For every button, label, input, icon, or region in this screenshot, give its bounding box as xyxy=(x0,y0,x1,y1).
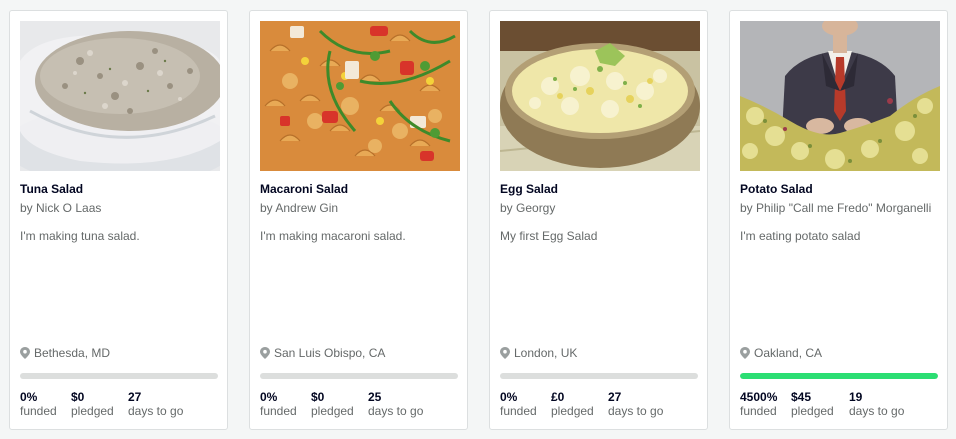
project-description: I'm making macaroni salad. xyxy=(260,229,406,243)
project-author: by Nick O Laas xyxy=(20,201,102,215)
funded-label: funded xyxy=(740,404,777,418)
project-card[interactable]: Egg Salad by Georgy My first Egg Salad L… xyxy=(489,10,708,430)
pledged-value: $45 xyxy=(791,390,812,404)
project-location[interactable]: San Luis Obispo, CA xyxy=(260,346,460,361)
funded-value: 0% xyxy=(20,390,38,404)
location-text: London, UK xyxy=(514,346,578,360)
stat-days-to-go: 27 days to go xyxy=(608,390,663,419)
potato-salad-photo xyxy=(740,21,940,171)
funding-progress-bar xyxy=(740,373,938,379)
stat-days-to-go: 19 days to go xyxy=(849,390,904,419)
funding-progress-bar xyxy=(20,373,218,379)
project-card[interactable]: Potato Salad by Philip "Call me Fredo" M… xyxy=(729,10,948,430)
days-label: days to go xyxy=(128,404,184,418)
project-location[interactable]: Bethesda, MD xyxy=(20,346,220,361)
stat-pledged: $0 pledged xyxy=(71,390,114,419)
funded-label: funded xyxy=(500,404,537,418)
funded-value: 4500% xyxy=(740,390,778,404)
project-description: My first Egg Salad xyxy=(500,229,598,243)
stat-pledged: £0 pledged xyxy=(551,390,594,419)
project-image-egg-salad[interactable] xyxy=(500,21,700,171)
funding-progress-bar xyxy=(260,373,458,379)
stat-funded: 4500% funded xyxy=(740,390,777,419)
funded-value: 0% xyxy=(260,390,278,404)
map-pin-icon xyxy=(20,347,30,359)
project-title[interactable]: Potato Salad xyxy=(740,182,940,197)
project-author: by Andrew Gin xyxy=(260,201,339,215)
project-location[interactable]: Oakland, CA xyxy=(740,346,940,361)
project-image-tuna-salad[interactable] xyxy=(20,21,220,171)
stat-days-to-go: 25 days to go xyxy=(368,390,423,419)
project-card[interactable]: Tuna Salad by Nick O Laas I'm making tun… xyxy=(9,10,228,430)
project-title[interactable]: Tuna Salad xyxy=(20,182,220,197)
location-text: San Luis Obispo, CA xyxy=(274,346,386,360)
map-pin-icon xyxy=(500,347,510,359)
pledged-value: £0 xyxy=(551,390,565,404)
project-location[interactable]: London, UK xyxy=(500,346,700,361)
macaroni-salad-photo xyxy=(260,21,460,171)
days-label: days to go xyxy=(368,404,424,418)
funding-progress-fill xyxy=(740,373,938,379)
egg-salad-photo xyxy=(500,21,700,171)
stat-pledged: $0 pledged xyxy=(311,390,354,419)
map-pin-icon xyxy=(260,347,270,359)
stat-funded: 0% funded xyxy=(260,390,297,419)
project-title[interactable]: Egg Salad xyxy=(500,182,700,197)
pledged-label: pledged xyxy=(551,404,594,418)
stat-pledged: $45 pledged xyxy=(791,390,834,419)
location-text: Oakland, CA xyxy=(754,346,823,360)
project-author: by Philip "Call me Fredo" Morganelli xyxy=(740,201,932,215)
project-image-macaroni-salad[interactable] xyxy=(260,21,460,171)
pledged-label: pledged xyxy=(71,404,114,418)
project-author: by Georgy xyxy=(500,201,556,215)
days-label: days to go xyxy=(608,404,664,418)
pledged-label: pledged xyxy=(311,404,354,418)
days-value: 27 xyxy=(608,390,622,404)
project-description: I'm making tuna salad. xyxy=(20,229,140,243)
project-card[interactable]: Macaroni Salad by Andrew Gin I'm making … xyxy=(249,10,468,430)
funding-progress-bar xyxy=(500,373,698,379)
funded-label: funded xyxy=(20,404,57,418)
funded-value: 0% xyxy=(500,390,518,404)
map-pin-icon xyxy=(740,347,750,359)
tuna-salad-photo xyxy=(20,21,220,171)
days-value: 25 xyxy=(368,390,382,404)
project-grid: Tuna Salad by Nick O Laas I'm making tun… xyxy=(0,0,956,439)
project-image-potato-salad[interactable] xyxy=(740,21,940,171)
stat-funded: 0% funded xyxy=(20,390,57,419)
days-value: 19 xyxy=(849,390,863,404)
pledged-value: $0 xyxy=(311,390,325,404)
days-value: 27 xyxy=(128,390,142,404)
stat-funded: 0% funded xyxy=(500,390,537,419)
pledged-label: pledged xyxy=(791,404,834,418)
funded-label: funded xyxy=(260,404,297,418)
project-description: I'm eating potato salad xyxy=(740,229,861,243)
stat-days-to-go: 27 days to go xyxy=(128,390,183,419)
location-text: Bethesda, MD xyxy=(34,346,111,360)
project-title[interactable]: Macaroni Salad xyxy=(260,182,460,197)
days-label: days to go xyxy=(849,404,905,418)
pledged-value: $0 xyxy=(71,390,85,404)
